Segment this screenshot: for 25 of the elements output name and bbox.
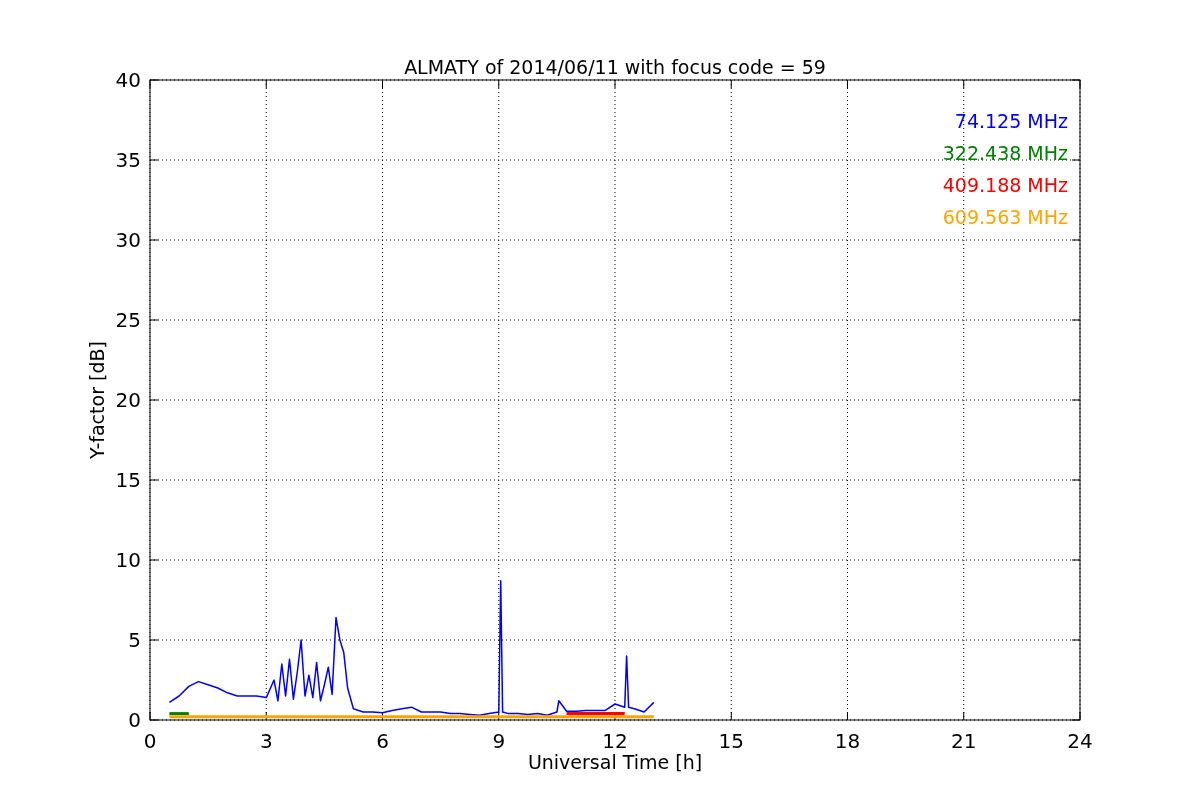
tick-label: 20 — [115, 388, 141, 412]
tick-label: 6 — [376, 729, 389, 753]
tick-label: 15 — [115, 468, 141, 492]
legend-label: 74.125 MHz — [954, 110, 1068, 132]
tick-label: 25 — [115, 308, 141, 332]
tick-label: 10 — [115, 548, 141, 572]
tick-label: 24 — [1067, 729, 1093, 753]
tick-label: 0 — [143, 729, 157, 753]
legend-label: 322.438 MHz — [942, 142, 1068, 164]
axis-label: Y-factor [dB] — [86, 341, 108, 459]
tick-label: 0 — [128, 708, 141, 732]
tick-label: 15 — [718, 729, 744, 753]
axis-label: Universal Time [h] — [527, 751, 703, 773]
tick-label: 12 — [602, 729, 628, 753]
tick-label: 9 — [492, 729, 506, 753]
chart-title: ALMATY of 2014/06/11 with focus code = 59 — [404, 56, 826, 78]
tick-label: 35 — [115, 148, 141, 172]
legend-label: 409.188 MHz — [942, 174, 1068, 196]
tick-label: 3 — [259, 729, 273, 753]
tick-label: 5 — [128, 628, 141, 652]
tick-label: 40 — [115, 68, 141, 92]
tick-label: 18 — [834, 729, 861, 753]
tick-label: 21 — [951, 729, 977, 753]
legend-label: 609.563 MHz — [942, 206, 1068, 228]
tick-label: 30 — [115, 228, 141, 252]
